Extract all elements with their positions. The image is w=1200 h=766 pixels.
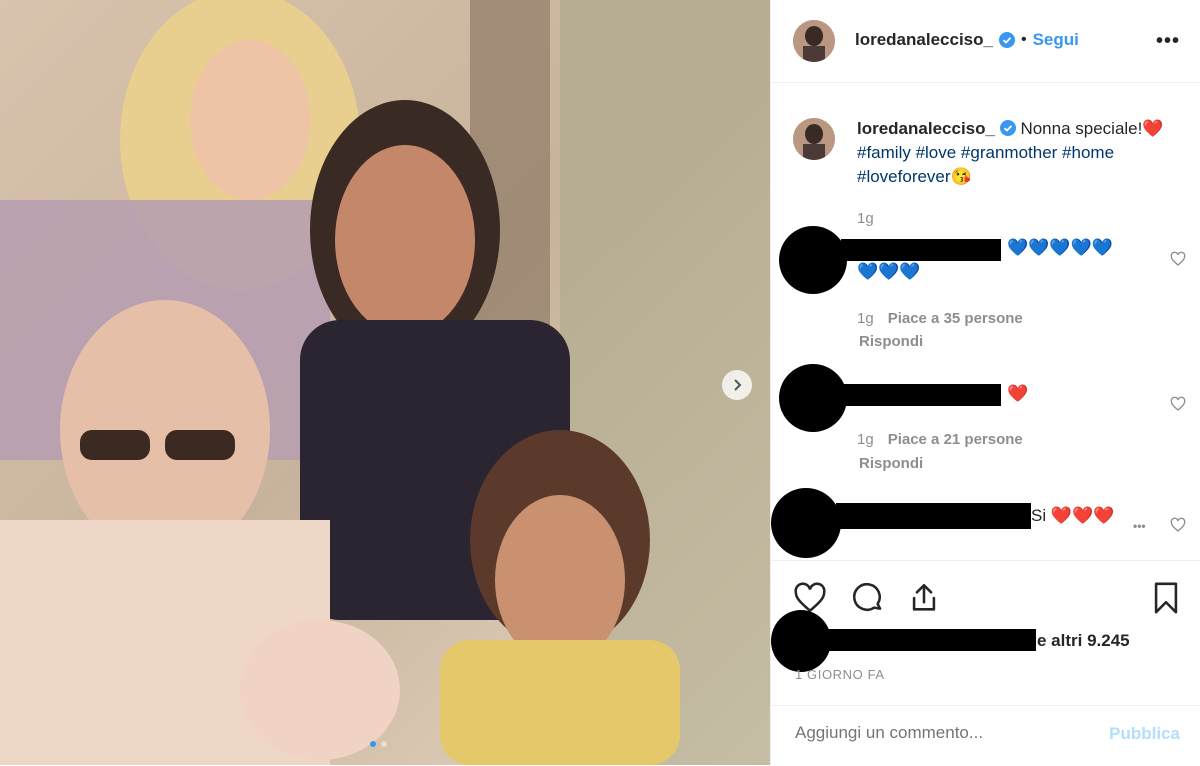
bookmark-icon[interactable]	[1151, 581, 1181, 615]
caption-hashtags[interactable]: #family #love #granmother #home	[857, 143, 1114, 162]
redacted-avatar	[771, 488, 841, 558]
follow-button[interactable]: Segui	[1033, 30, 1079, 50]
reply-button[interactable]: Rispondi	[859, 455, 923, 472]
share-icon[interactable]	[907, 581, 941, 615]
comment-likes[interactable]: Piace a 21 persone	[888, 431, 1023, 448]
caption-hashtags-2[interactable]: #loveforever😘	[857, 167, 972, 186]
caption-username[interactable]: loredanalecciso_	[857, 119, 995, 138]
post-photo[interactable]	[0, 0, 770, 765]
redacted-username	[826, 629, 1036, 651]
comment-text: Si ❤️❤️❤️	[1031, 506, 1115, 525]
caption-text: Nonna speciale!❤️	[1020, 119, 1164, 138]
post-header: loredanalecciso_ • Segui •••	[771, 0, 1200, 83]
comment-time: 1g	[857, 310, 874, 327]
carousel-indicator	[370, 741, 387, 747]
reply-button[interactable]: Rispondi	[859, 333, 923, 350]
bullet-separator: •	[1020, 31, 1027, 48]
comment-text-2: 💙💙💙	[857, 262, 921, 281]
caption-avatar[interactable]	[793, 118, 835, 160]
avatar[interactable]	[793, 20, 835, 62]
comment-like-icon[interactable]	[1170, 251, 1186, 267]
verified-badge-icon	[998, 32, 1015, 48]
carousel-next-button[interactable]	[722, 370, 752, 400]
comment-options-button[interactable]: •••	[1133, 519, 1146, 533]
comment-icon[interactable]	[851, 581, 885, 615]
header-username[interactable]: loredanalecciso_	[855, 30, 993, 50]
comment-input[interactable]	[795, 723, 1085, 743]
comment-meta: 1g Piace a 21 persone	[857, 431, 1023, 448]
redacted-avatar	[779, 226, 847, 294]
comment-time: 1g	[857, 431, 874, 448]
carousel-dot-active	[370, 741, 376, 747]
header-user-row: loredanalecciso_ • Segui	[855, 30, 1079, 50]
carousel-dot	[381, 741, 387, 747]
comment-like-icon[interactable]	[1170, 396, 1186, 412]
post-details-panel: loredanalecciso_ • Segui ••• loredanalec…	[770, 0, 1200, 765]
redacted-avatar	[771, 610, 831, 672]
comment-like-icon[interactable]	[1170, 517, 1186, 533]
chevron-right-icon	[734, 379, 742, 391]
redacted-username	[836, 503, 1031, 529]
caption-time: 1g	[857, 210, 874, 227]
likes-count[interactable]: e altri 9.245	[1037, 631, 1130, 651]
comment-text: 💙💙💙💙💙	[1007, 238, 1113, 257]
publish-button[interactable]: Pubblica	[1109, 724, 1180, 744]
redacted-username	[841, 384, 1001, 406]
comment-likes[interactable]: Piace a 35 persone	[888, 310, 1023, 327]
post-time-ago: 1 GIORNO FA	[795, 667, 885, 682]
redacted-avatar	[779, 364, 847, 432]
verified-badge-icon	[999, 120, 1016, 136]
photo-illustration	[0, 0, 770, 765]
add-comment-bar: Pubblica	[771, 705, 1200, 766]
redacted-username	[841, 239, 1001, 261]
comment-text: ❤️	[1007, 384, 1029, 403]
comment-meta: 1g Piace a 35 persone	[857, 310, 1023, 327]
more-options-button[interactable]: •••	[1156, 30, 1180, 53]
post-caption: loredanalecciso_ Nonna speciale!❤️ #fami…	[857, 117, 1187, 189]
